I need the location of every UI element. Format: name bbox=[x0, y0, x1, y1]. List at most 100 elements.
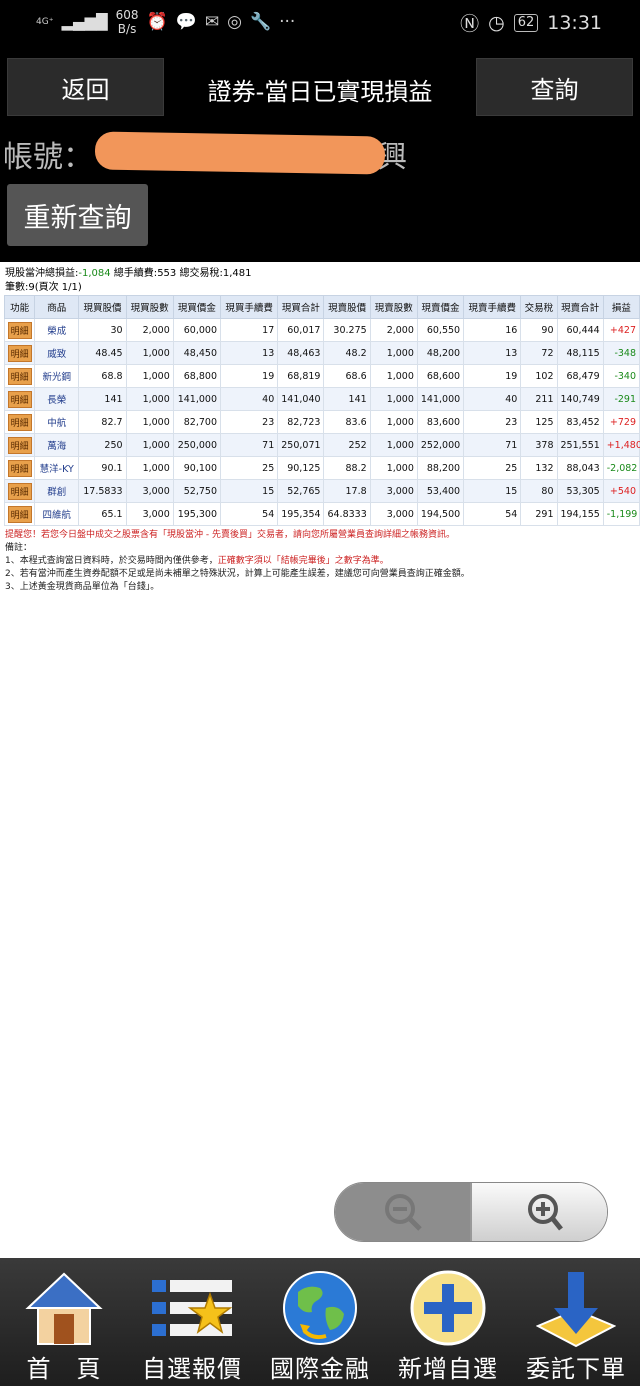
detail-button[interactable]: 明細 bbox=[7, 505, 32, 523]
cell-sp: 17.8 bbox=[323, 479, 371, 503]
nav-add-watchlist[interactable]: 新增自選 bbox=[384, 1258, 512, 1386]
redaction-mark bbox=[94, 131, 386, 175]
cell-bq: 2,000 bbox=[125, 318, 174, 342]
cell-bt: 90,125 bbox=[277, 456, 325, 480]
column-header: 現賣價金 bbox=[416, 295, 465, 319]
cell-sa: 88,200 bbox=[416, 456, 465, 480]
cell-sf: 25 bbox=[463, 456, 522, 480]
cell-sq: 1,000 bbox=[369, 433, 418, 457]
cell-tax: 378 bbox=[520, 433, 558, 457]
detail-button[interactable]: 明細 bbox=[7, 367, 32, 385]
column-header: 現賣合計 bbox=[556, 295, 604, 319]
signal-bars-icon: ▂▄▆█ bbox=[61, 13, 108, 31]
detail-button[interactable]: 明細 bbox=[7, 436, 32, 454]
cell-sa: 60,550 bbox=[416, 318, 465, 342]
product-name[interactable]: 長榮 bbox=[34, 387, 80, 411]
detail-cell: 明細 bbox=[3, 502, 36, 526]
signal-icon: 4G⁺ bbox=[36, 17, 54, 27]
product-name[interactable]: 四維航 bbox=[34, 502, 80, 526]
product-name[interactable]: 群創 bbox=[34, 479, 80, 503]
pl-label: 現股當沖總損益: bbox=[5, 268, 79, 279]
cell-ba: 250,000 bbox=[172, 433, 222, 457]
main-content: 現股當沖總損益:-1,084 總手續費:553 總交易稅:1,481 筆數:9(… bbox=[0, 262, 640, 597]
cell-pl: +729 bbox=[602, 410, 640, 434]
cell-bf: 13 bbox=[219, 341, 279, 365]
nav-home[interactable]: 首 頁 bbox=[0, 1258, 128, 1386]
cell-bf: 54 bbox=[219, 502, 279, 526]
cell-sf: 15 bbox=[463, 479, 522, 503]
product-name[interactable]: 萬海 bbox=[34, 433, 80, 457]
product-name[interactable]: 新光鋼 bbox=[34, 364, 80, 388]
zoom-in-button[interactable] bbox=[472, 1183, 607, 1241]
cell-sq: 1,000 bbox=[369, 387, 418, 411]
mail-icon: ✉ bbox=[204, 12, 220, 32]
total-tax-value: 1,481 bbox=[222, 268, 252, 279]
cell-sq: 1,000 bbox=[369, 410, 418, 434]
column-header: 現買股數 bbox=[125, 295, 174, 319]
cell-bq: 1,000 bbox=[125, 410, 174, 434]
add-icon bbox=[408, 1268, 488, 1348]
column-header: 現賣手續費 bbox=[463, 295, 522, 319]
network-speed: 608 B/s bbox=[115, 8, 139, 36]
cell-bt: 195,354 bbox=[277, 502, 325, 526]
cell-sa: 194,500 bbox=[416, 502, 465, 526]
zoom-control bbox=[334, 1182, 608, 1242]
product-name[interactable]: 榮成 bbox=[34, 318, 80, 342]
pl-table: 功能 商品 現買股價 現買股數 現買價金 現買手續費 現買合計 現賣股價 現賣股… bbox=[3, 295, 640, 526]
cell-pl: +427 bbox=[602, 318, 640, 342]
back-button[interactable]: 返回 bbox=[7, 58, 164, 116]
detail-button[interactable]: 明細 bbox=[7, 390, 32, 408]
nav-watchlist[interactable]: 自選報價 bbox=[128, 1258, 256, 1386]
more-icon: ··· bbox=[279, 12, 296, 32]
cell-bp: 250 bbox=[78, 433, 127, 457]
cell-sp: 30.275 bbox=[323, 318, 371, 342]
cell-st: 88,043 bbox=[556, 456, 604, 480]
cell-st: 68,479 bbox=[556, 364, 604, 388]
product-name[interactable]: 慧洋-KY bbox=[34, 456, 80, 480]
cell-sf: 54 bbox=[463, 502, 522, 526]
nav-label: 國際金融 bbox=[270, 1355, 370, 1383]
query-button[interactable]: 查詢 bbox=[476, 58, 633, 116]
cell-sf: 16 bbox=[463, 318, 522, 342]
status-bar: 4G⁺ ▂▄▆█ 608 B/s ⏰ 💬 ✉ ◎ 🔧 ··· Ⓝ ◷ 62 13:… bbox=[0, 0, 640, 44]
cell-pl: -340 bbox=[602, 364, 640, 388]
nav-international[interactable]: 國際金融 bbox=[256, 1258, 384, 1386]
header: 返回 證券-當日已實現損益 查詢 帳號： 童俊興 重新查詢 bbox=[0, 44, 640, 262]
product-name[interactable]: 中航 bbox=[34, 410, 80, 434]
watchlist-icon bbox=[152, 1268, 232, 1348]
table-row: 明細 新光鋼 68.8 1,000 68,800 19 68,819 68.6 1,000 68,… bbox=[3, 364, 640, 388]
cell-sp: 68.6 bbox=[323, 364, 371, 388]
cell-pl: -291 bbox=[602, 387, 640, 411]
cell-sa: 252,000 bbox=[416, 433, 465, 457]
reminder-text: 提醒您！若您今日盤中成交之股票含有「現股當沖 - 先賣後買」交易者，請向您所屬營… bbox=[5, 530, 455, 540]
cell-sq: 1,000 bbox=[369, 364, 418, 388]
cell-sf: 71 bbox=[463, 433, 522, 457]
column-header: 現買股價 bbox=[78, 295, 127, 319]
detail-button[interactable]: 明細 bbox=[7, 482, 32, 500]
cell-sa: 83,600 bbox=[416, 410, 465, 434]
nav-order[interactable]: 委託下單 bbox=[512, 1258, 640, 1386]
detail-button[interactable]: 明細 bbox=[7, 459, 32, 477]
cell-sq: 3,000 bbox=[369, 479, 418, 503]
note-1: 1、本程式查詢當日資料時，於交易時間內僅供參考，正確數字須以「結帳完畢後」之數字… bbox=[5, 555, 635, 568]
cell-sp: 141 bbox=[323, 387, 371, 411]
total-pl-value: -1,084 bbox=[78, 268, 111, 279]
detail-button[interactable]: 明細 bbox=[7, 413, 32, 431]
clock-icon: ◷ bbox=[488, 11, 505, 34]
refresh-query-button[interactable]: 重新查詢 bbox=[7, 184, 148, 246]
detail-button[interactable]: 明細 bbox=[7, 321, 32, 339]
account-label: 帳號： bbox=[3, 140, 93, 175]
detail-button[interactable]: 明細 bbox=[7, 344, 32, 362]
cell-tax: 102 bbox=[520, 364, 558, 388]
cell-tax: 90 bbox=[520, 318, 558, 342]
product-name[interactable]: 威致 bbox=[34, 341, 80, 365]
wrench-icon: 🔧 bbox=[249, 12, 272, 32]
total-fee-value: 553 bbox=[157, 268, 177, 279]
cell-sp: 48.2 bbox=[323, 341, 371, 365]
cell-sf: 40 bbox=[463, 387, 522, 411]
cell-pl: +1,480 bbox=[602, 433, 640, 457]
cell-bp: 65.1 bbox=[78, 502, 127, 526]
zoom-out-button[interactable] bbox=[335, 1183, 472, 1241]
cell-bp: 90.1 bbox=[78, 456, 127, 480]
cell-st: 60,444 bbox=[556, 318, 604, 342]
